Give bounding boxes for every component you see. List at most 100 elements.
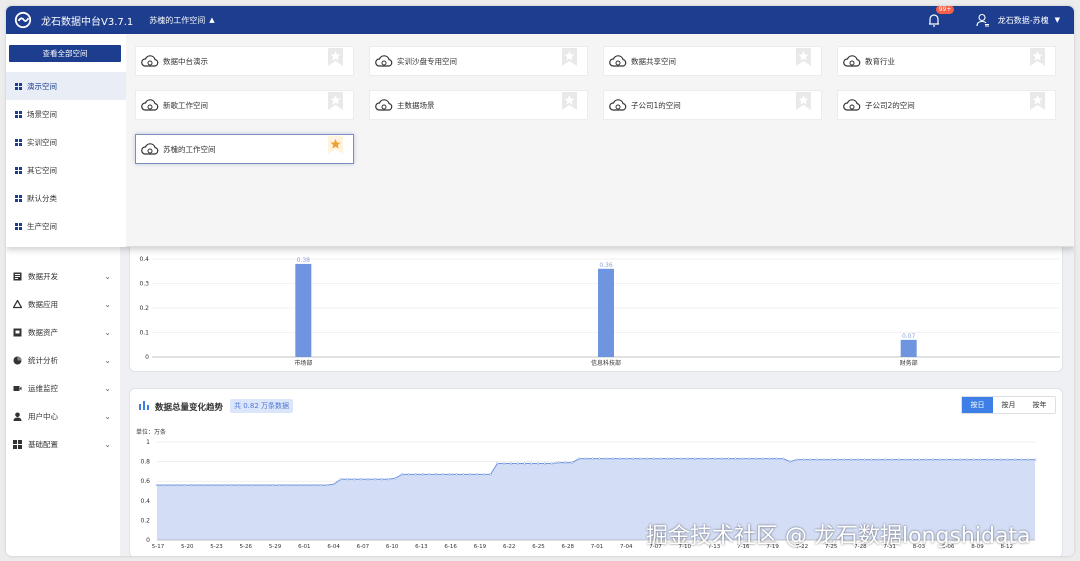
- data-point: [931, 458, 935, 461]
- workspace-card[interactable]: 子公司1的空间: [603, 90, 822, 120]
- bar: [900, 339, 917, 357]
- data-point: [353, 478, 356, 481]
- watermark: 掘金技术社区 @ 龙石数据longshidata: [646, 524, 1031, 549]
- data-point: [407, 473, 410, 476]
- bar-data-label: 0.38: [297, 257, 311, 264]
- data-point: [387, 478, 390, 481]
- star-icon[interactable]: [796, 48, 811, 66]
- workspace-card-label: 苏槐的工作空间: [163, 144, 216, 154]
- data-point: [285, 483, 288, 487]
- y-tick-label: 0.3: [139, 281, 149, 288]
- data-point: [686, 457, 690, 460]
- category-demo[interactable]: 演示空间: [6, 72, 126, 100]
- category-label: 演示空间: [27, 81, 57, 91]
- bar-data-label: 0.36: [599, 262, 613, 269]
- category-label: 其它空间: [27, 165, 57, 175]
- data-point: [210, 483, 213, 487]
- notification-bell[interactable]: 99+: [926, 6, 955, 28]
- code-icon: [13, 272, 22, 281]
- category-production[interactable]: 生产空间: [6, 212, 126, 240]
- asset-icon: [13, 328, 22, 337]
- workspace-card[interactable]: 数据共享空间: [603, 46, 822, 76]
- data-point: [659, 457, 662, 460]
- y-tick-label: 0.2: [139, 305, 149, 312]
- workspace-card[interactable]: 苏槐的工作空间: [135, 134, 354, 164]
- data-point: [509, 462, 513, 465]
- workspace-switcher[interactable]: 苏槐的工作空间 ▲: [149, 15, 214, 26]
- workspace-card[interactable]: 实训沙盘专用空间: [369, 46, 588, 76]
- workspace-categories: 查看全部空间 演示空间 场景空间 实训空间 其它空间 默认分类 生产空间: [6, 34, 126, 247]
- x-tick-label: 市场部: [294, 359, 312, 367]
- user-menu[interactable]: 龙石数据-苏槐 ▼: [976, 13, 1060, 27]
- data-point: [237, 483, 240, 487]
- app-window: 龙石数据中台V3.7.1 苏槐的工作空间 ▲ 99+ 龙石数据-苏槐 ▼ 数据开…: [6, 6, 1074, 556]
- star-icon[interactable]: [328, 136, 343, 154]
- data-point: [958, 458, 962, 461]
- cloud-icon: [843, 55, 861, 67]
- data-point: [319, 483, 322, 487]
- user-icon: [976, 13, 989, 27]
- workspace-card[interactable]: 数据中台演示: [135, 46, 354, 76]
- workspace-card[interactable]: 新歌工作空间: [135, 90, 354, 120]
- sidebar-item-data-app[interactable]: 数据应用 ⌄: [6, 290, 120, 318]
- data-point: [768, 457, 771, 460]
- star-icon[interactable]: [1030, 48, 1045, 66]
- sidebar-item-monitor[interactable]: 运维监控 ⌄: [6, 374, 120, 402]
- data-point: [462, 473, 465, 476]
- data-point: [162, 483, 165, 487]
- sidebar-item-label: 运维监控: [28, 383, 58, 393]
- sidebar-item-user-center[interactable]: 用户中心 ⌄: [6, 402, 120, 430]
- tab-day[interactable]: 按日: [962, 397, 993, 413]
- data-point: [625, 457, 628, 460]
- app-title: 龙石数据中台V3.7.1: [41, 16, 134, 28]
- workspace-card[interactable]: 子公司2的空间: [837, 90, 1056, 120]
- y-tick-label: 0.6: [140, 478, 150, 485]
- chevron-down-icon: ⌄: [104, 271, 111, 281]
- data-point: [312, 483, 315, 487]
- chevron-down-icon: ⌄: [104, 355, 111, 365]
- workspace-card[interactable]: 主数据场景: [369, 90, 588, 120]
- data-point: [550, 462, 553, 465]
- data-point: [434, 473, 438, 476]
- caret-down-icon: ▼: [1054, 16, 1060, 24]
- star-icon[interactable]: [328, 48, 343, 66]
- data-point: [591, 457, 594, 460]
- sidebar-item-stats[interactable]: 统计分析 ⌄: [6, 346, 120, 374]
- data-point: [836, 458, 839, 461]
- category-label: 场景空间: [27, 109, 57, 119]
- data-point: [673, 457, 676, 460]
- grid-icon: [13, 439, 22, 449]
- sidebar-item-label: 数据资产: [28, 327, 58, 337]
- star-icon[interactable]: [328, 92, 343, 110]
- star-icon[interactable]: [1030, 92, 1045, 110]
- data-point: [346, 478, 349, 481]
- view-all-spaces-button[interactable]: 查看全部空间: [9, 45, 121, 62]
- tab-month[interactable]: 按月: [993, 397, 1024, 413]
- data-point: [203, 483, 206, 487]
- data-point: [829, 458, 832, 461]
- data-point: [1033, 458, 1037, 461]
- star-icon[interactable]: [562, 48, 577, 66]
- data-point: [455, 473, 458, 476]
- x-tick-label: 6-01: [298, 544, 310, 550]
- data-point: [155, 483, 159, 487]
- workspace-card-label: 数据共享空间: [631, 56, 676, 66]
- star-icon[interactable]: [796, 92, 811, 110]
- data-point: [884, 458, 887, 461]
- tab-year[interactable]: 按年: [1024, 397, 1055, 413]
- category-other[interactable]: 其它空间: [6, 156, 126, 184]
- sidebar-item-data-asset[interactable]: 数据资产 ⌄: [6, 318, 120, 346]
- category-default[interactable]: 默认分类: [6, 184, 126, 212]
- category-training[interactable]: 实训空间: [6, 128, 126, 156]
- sidebar-item-data-dev[interactable]: 数据开发 ⌄: [6, 262, 120, 290]
- data-point: [775, 457, 778, 460]
- notification-badge: 99+: [935, 6, 955, 14]
- x-tick-label: 5-20: [181, 544, 194, 550]
- category-scene[interactable]: 场景空间: [6, 100, 126, 128]
- workspace-card[interactable]: 教育行业: [837, 46, 1056, 76]
- data-point: [421, 473, 424, 476]
- star-icon[interactable]: [562, 92, 577, 110]
- sidebar-item-base-config[interactable]: 基础配置 ⌄: [6, 430, 120, 458]
- video-icon: [13, 384, 22, 393]
- data-point: [1006, 458, 1009, 461]
